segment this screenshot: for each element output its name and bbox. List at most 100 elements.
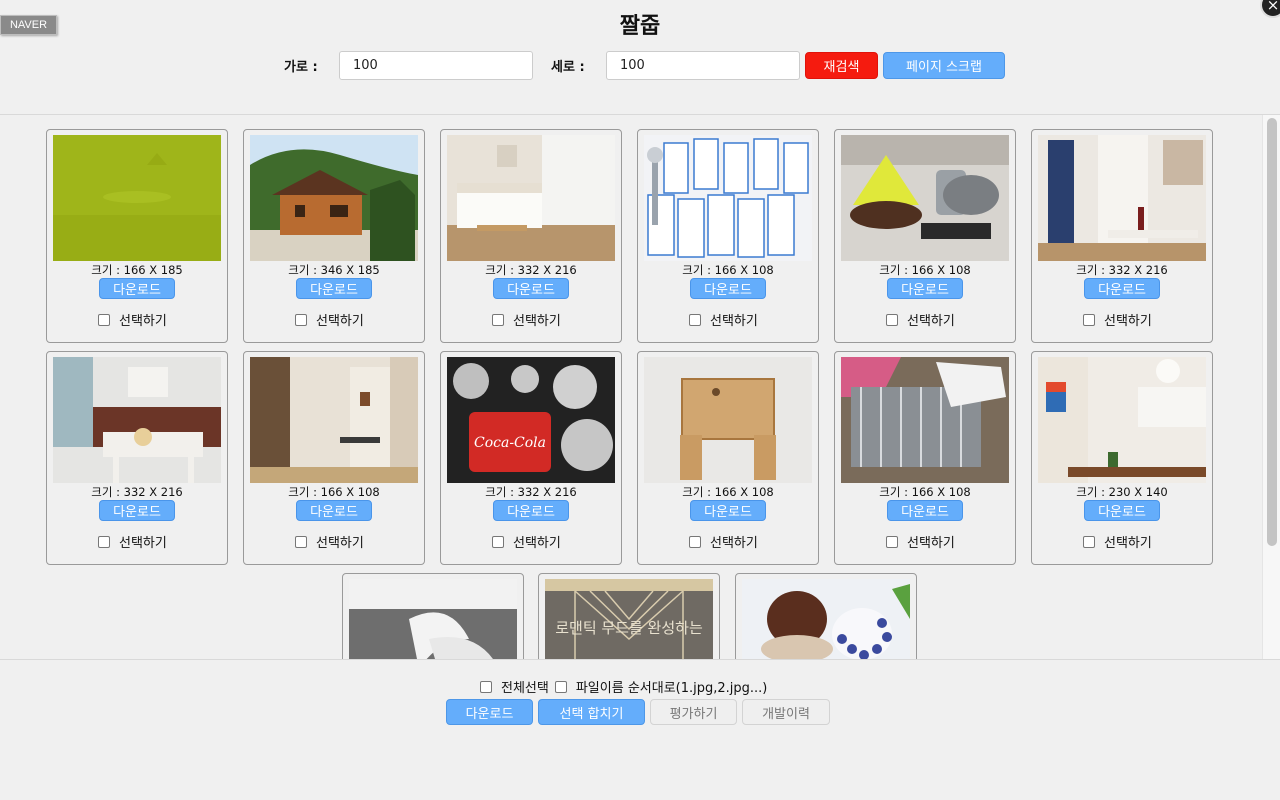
image-card: 크기 : 332 X 216 다운로드선택하기 [1031,129,1213,343]
select-label: 선택하기 [119,536,167,551]
image-card: 크기 : 166 X 108 다운로드선택하기 [834,129,1016,343]
select-checkbox[interactable] [886,535,898,548]
select-option[interactable]: 선택하기 [886,310,955,329]
thumbnail-macrame[interactable]: 로맨틱 무드를 완성하는 [545,579,713,659]
download-button[interactable]: 다운로드 [493,500,569,521]
thumbnail-kitchen-items[interactable] [841,135,1009,261]
image-grid: 크기 : 166 X 185 다운로드 선택하기 크기 : 346 X 185 다운로드… [0,115,1262,659]
image-card: 다운로드선택하기 [735,573,917,659]
filename-order-checkbox[interactable] [554,680,567,693]
thumbnail-balcony-table[interactable] [53,357,221,483]
select-option[interactable]: 선택하기 [295,310,364,329]
merge-selected-button[interactable]: 선택 합치기 [538,699,645,725]
image-size-label: 크기 : 230 X 140 [1076,485,1168,499]
thumbnail-wooden-stool[interactable] [644,357,812,483]
select-label: 선택하기 [710,314,758,329]
select-checkbox[interactable] [98,535,110,548]
rate-button[interactable]: 평가하기 [650,699,737,725]
scrollbar[interactable] [1262,115,1280,659]
select-checkbox[interactable] [689,313,701,326]
width-label: 가로 : [284,60,318,75]
image-card: Coca-Cola 크기 : 332 X 216 다운로드선택하기 [440,351,622,565]
image-size-label: 크기 : 346 X 185 [288,263,380,277]
select-option[interactable]: 선택하기 [492,310,561,329]
height-input[interactable] [606,51,800,80]
select-option[interactable]: 선택하기 [1083,532,1152,551]
select-option[interactable]: 선택하기 [886,532,955,551]
thumbnail-dessert[interactable] [742,579,910,659]
image-size-label: 크기 : 332 X 216 [485,485,577,499]
image-size-label: 크기 : 332 X 216 [91,485,183,499]
filename-order-label: 파일이름 순서대로(1.jpg,2.jpg...) [575,681,768,696]
download-button[interactable]: 다운로드 [296,500,372,521]
select-label: 선택하기 [907,536,955,551]
thumbnail-shower-heads[interactable] [644,135,812,261]
download-button[interactable]: 다운로드 [887,500,963,521]
toolbar: 가로 : 세로 : 재검색 페이지 스크랩 [0,50,1280,82]
select-label: 선택하기 [1104,314,1152,329]
image-size-label: 크기 : 332 X 216 [485,263,577,277]
download-button[interactable]: 다운로드 [296,278,372,299]
page-scrap-button[interactable]: 페이지 스크랩 [883,52,1005,79]
download-button[interactable]: 다운로드 [690,500,766,521]
app-title: 짤줍 [619,14,661,39]
select-option[interactable]: 선택하기 [98,532,167,551]
thumbnail-dish-rack[interactable] [841,357,1009,483]
width-input[interactable] [339,51,533,80]
thumbnail-flowers[interactable] [349,579,517,659]
thumbnail-coke-tins[interactable]: Coca-Cola [447,357,615,483]
download-button[interactable]: 다운로드 [1084,500,1160,521]
image-card: 크기 : 230 X 140 다운로드선택하기 [1031,351,1213,565]
thumbnail-hallway[interactable] [1038,135,1206,261]
select-label: 선택하기 [907,314,955,329]
image-card: 크기 : 166 X 108 다운로드 선택하기 [637,129,819,343]
image-size-label: 크기 : 166 X 108 [682,485,774,499]
research-button[interactable]: 재검색 [805,52,878,79]
thumbnail-overlay-text: 로맨틱 무드를 완성하는 [555,619,703,637]
select-option[interactable]: 선택하기 [98,310,167,329]
download-button[interactable]: 다운로드 [1084,278,1160,299]
select-option[interactable]: 선택하기 [492,532,561,551]
select-checkbox[interactable] [295,313,307,326]
download-button[interactable]: 다운로드 [99,500,175,521]
scroll-thumb[interactable] [1267,118,1277,546]
image-size-label: 크기 : 166 X 108 [288,485,380,499]
thumbnail-olive-room[interactable] [53,135,221,261]
image-card: 크기 : 332 X 216 다운로드선택하기 [46,351,228,565]
select-checkbox[interactable] [689,535,701,548]
select-checkbox[interactable] [1083,313,1095,326]
select-all-label: 전체선택 [501,681,549,696]
dev-history-button[interactable]: 개발이력 [742,699,830,725]
image-card: 크기 : 166 X 108 다운로드선택하기 [834,351,1016,565]
image-card: 크기 : 332 X 216 다운로드선택하기 [440,129,622,343]
select-option[interactable]: 선택하기 [295,532,364,551]
bottom-download-button[interactable]: 다운로드 [446,699,533,725]
thumbnail-kitchen-room[interactable] [1038,357,1206,483]
thumbnail-wooden-house[interactable] [250,135,418,261]
image-size-label: 크기 : 166 X 108 [879,263,971,277]
select-checkbox[interactable] [295,535,307,548]
image-size-label: 크기 : 332 X 216 [1076,263,1168,277]
thumbnail-bedroom[interactable] [447,135,615,261]
select-option[interactable]: 선택하기 [689,310,758,329]
download-button[interactable]: 다운로드 [887,278,963,299]
download-button[interactable]: 다운로드 [99,278,175,299]
select-label: 선택하기 [710,536,758,551]
select-checkbox[interactable] [886,313,898,326]
image-size-label: 크기 : 166 X 108 [879,485,971,499]
thumbnail-corridor[interactable] [250,357,418,483]
download-button[interactable]: 다운로드 [690,278,766,299]
select-checkbox[interactable] [1083,535,1095,548]
image-card: 크기 : 346 X 185 다운로드선택하기 [243,129,425,343]
select-checkbox[interactable] [492,313,504,326]
image-card: 크기 : 166 X 185 다운로드 선택하기 [46,129,228,343]
select-option[interactable]: 선택하기 [1083,310,1152,329]
select-label: 선택하기 [316,314,364,329]
select-all-checkbox[interactable] [480,680,492,693]
select-checkbox[interactable] [492,535,504,548]
select-option[interactable]: 선택하기 [689,532,758,551]
image-card: 로맨틱 무드를 완성하는다운로드선택하기 [538,573,720,659]
image-card: 다운로드선택하기 [342,573,524,659]
select-checkbox[interactable] [98,313,110,326]
download-button[interactable]: 다운로드 [493,278,569,299]
